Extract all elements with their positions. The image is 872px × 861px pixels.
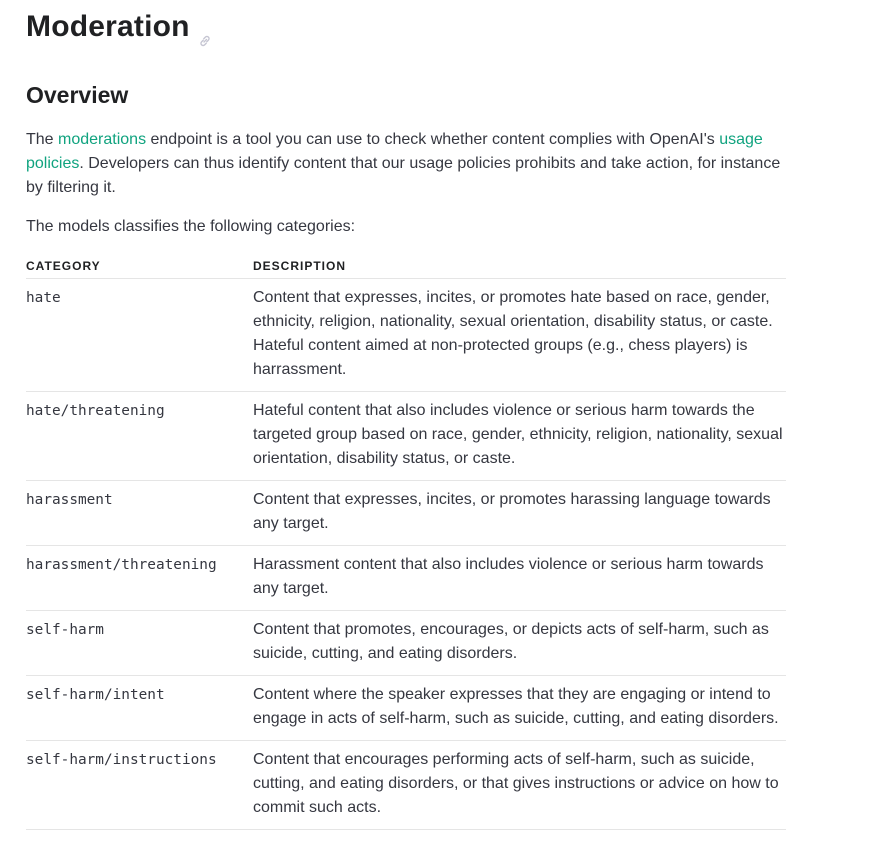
category-code: hate xyxy=(26,290,61,306)
category-code: harassment/threatening xyxy=(26,557,217,573)
category-code: self-harm/instructions xyxy=(26,752,217,768)
page-title-text: Moderation xyxy=(26,10,190,43)
table-row: self-harm/instructions Content that enco… xyxy=(26,740,786,830)
intro-middle: endpoint is a tool you can use to check … xyxy=(146,131,720,148)
category-code: self-harm/intent xyxy=(26,687,165,703)
overview-heading: Overview xyxy=(26,82,129,108)
categories-table: CATEGORY DESCRIPTION hate Content that e… xyxy=(26,255,786,830)
description-cell: Content that encourages performing acts … xyxy=(253,740,786,830)
description-column-header: DESCRIPTION xyxy=(253,255,786,279)
intro-suffix: . Developers can thus identify content t… xyxy=(26,155,781,196)
description-cell: Harassment content that also includes vi… xyxy=(253,545,786,611)
description-cell: Content where the speaker expresses that… xyxy=(253,675,786,741)
page-title: Moderation xyxy=(26,10,212,47)
table-header-row: CATEGORY DESCRIPTION xyxy=(26,255,786,279)
category-cell: harassment/threatening xyxy=(26,545,253,611)
category-cell: self-harm/instructions xyxy=(26,740,253,830)
link-icon[interactable] xyxy=(198,22,212,47)
categories-lead: The models classifies the following cate… xyxy=(26,218,356,235)
category-code: harassment xyxy=(26,492,113,508)
description-cell: Hateful content that also includes viole… xyxy=(253,391,786,481)
table-row: self-harm/intent Content where the speak… xyxy=(26,675,786,741)
table-row: hate Content that expresses, incites, or… xyxy=(26,278,786,392)
moderations-link[interactable]: moderations xyxy=(58,131,146,148)
table-row: hate/threatening Hateful content that al… xyxy=(26,391,786,481)
category-cell: self-harm/intent xyxy=(26,675,253,741)
category-code: self-harm xyxy=(26,622,104,638)
category-column-header: CATEGORY xyxy=(26,255,253,279)
category-cell: hate/threatening xyxy=(26,391,253,481)
description-cell: Content that expresses, incites, or prom… xyxy=(253,480,786,546)
table-row: harassment Content that expresses, incit… xyxy=(26,480,786,546)
category-cell: hate xyxy=(26,278,253,392)
category-cell: self-harm xyxy=(26,610,253,676)
description-cell: Content that promotes, encourages, or de… xyxy=(253,610,786,676)
description-cell: Content that expresses, incites, or prom… xyxy=(253,278,786,392)
category-code: hate/threatening xyxy=(26,403,165,419)
table-row: self-harm Content that promotes, encoura… xyxy=(26,610,786,676)
intro-paragraph: The moderations endpoint is a tool you c… xyxy=(26,128,786,200)
category-cell: harassment xyxy=(26,480,253,546)
table-row: harassment/threatening Harassment conten… xyxy=(26,545,786,611)
intro-prefix: The xyxy=(26,131,59,148)
